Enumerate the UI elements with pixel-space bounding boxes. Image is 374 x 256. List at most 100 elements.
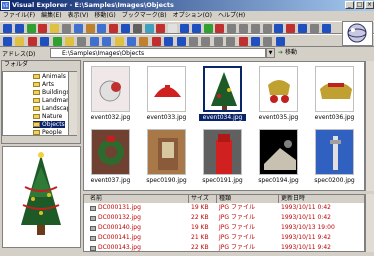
minimize-button[interactable]: _	[345, 1, 354, 9]
thumbnail-item[interactable]: spec0190.jpg	[143, 127, 190, 190]
toolbar-button-icon[interactable]	[144, 24, 154, 33]
toolbar-button-icon[interactable]	[97, 24, 107, 33]
go-button[interactable]: ➔ 移動	[278, 48, 297, 58]
toolbar-button-icon[interactable]	[156, 24, 166, 33]
toolbar-button-icon[interactable]	[251, 37, 260, 46]
address-value: E:\Samples\Images\Objects	[62, 50, 145, 57]
folder-item[interactable]: People	[33, 129, 62, 136]
toolbar-button-icon[interactable]	[176, 37, 186, 46]
folder-icon	[33, 90, 40, 95]
toolbar-button-icon[interactable]	[77, 37, 87, 46]
toolbar-button-icon[interactable]	[239, 24, 248, 33]
toolbar-button-icon[interactable]	[191, 24, 201, 33]
toolbar-button-icon[interactable]	[38, 24, 48, 33]
toolbar-button-icon[interactable]	[85, 24, 95, 33]
thumbnail-scrollbar[interactable]	[365, 61, 374, 191]
table-row[interactable]: DC000143.jpg 22 KB JPG ファイル 1993/10/11 9:42	[84, 244, 364, 251]
toolbar-button-icon[interactable]	[139, 37, 149, 46]
address-input[interactable]: E:\Samples\Images\Objects	[50, 48, 266, 58]
go-label: 移動	[284, 49, 297, 56]
toolbar-button-icon[interactable]	[262, 24, 272, 33]
toolbar-button-icon[interactable]	[127, 37, 136, 46]
address-dropdown-button[interactable]: ▼	[266, 48, 275, 58]
toolbar-button-icon[interactable]	[73, 24, 83, 33]
table-row[interactable]: DC000131.jpg 19 KB JPG ファイル 1993/10/11 0:42	[84, 204, 364, 212]
toolbar-button-icon[interactable]	[15, 37, 25, 46]
column-header[interactable]: 名前	[88, 195, 189, 203]
menu-item[interactable]: ブックマーク(B)	[119, 12, 170, 19]
toolbar-button-icon[interactable]	[3, 24, 12, 33]
toolbar-button-icon[interactable]	[309, 24, 319, 33]
toolbar-button-icon[interactable]	[180, 24, 189, 33]
menu-item[interactable]: ヘルプ(H)	[215, 12, 248, 19]
folder-item[interactable]: Animals	[33, 73, 66, 80]
toolbar-button-icon[interactable]	[89, 37, 99, 46]
table-row[interactable]: DC000140.jpg 19 KB JPG ファイル 1993/10/13 19:0…	[84, 224, 364, 232]
column-header[interactable]: サイズ	[189, 195, 217, 203]
toolbar-button-icon[interactable]	[27, 37, 37, 46]
menu-item[interactable]: 表示(V)	[65, 12, 92, 19]
toolbar-button-icon[interactable]	[263, 37, 273, 46]
thumbnail-item[interactable]: spec0191.jpg	[199, 127, 246, 190]
toolbar-button-icon[interactable]	[203, 24, 213, 33]
toolbar-button-icon[interactable]	[109, 24, 119, 33]
thumbnail-item[interactable]: event035.jpg	[255, 64, 302, 127]
column-header[interactable]: 更新日時	[279, 195, 364, 203]
toolbar-button-icon[interactable]	[151, 37, 161, 46]
menu-item[interactable]: 移動(G)	[91, 12, 118, 19]
toolbar-button-icon[interactable]	[114, 37, 124, 46]
thumbnail-image	[91, 66, 130, 112]
table-cell-date: 1993/10/11 9:42	[281, 244, 331, 251]
menu-item[interactable]: オプション(O)	[170, 12, 215, 19]
thumbnail-item[interactable]: event034.jpg	[199, 64, 246, 127]
toolbar-button-icon[interactable]	[14, 24, 24, 33]
toolbar-button-icon[interactable]	[321, 24, 331, 33]
toolbar-button-icon[interactable]	[201, 37, 211, 46]
menu-item[interactable]: ファイル(F)	[0, 12, 38, 19]
toolbar-button-icon[interactable]	[226, 37, 236, 46]
thumbnail-item[interactable]: event036.jpg	[311, 64, 358, 127]
toolbar-button-icon[interactable]	[298, 24, 307, 33]
thumbnail-item[interactable]: spec0200.jpg	[311, 127, 358, 190]
toolbar-button-icon[interactable]	[215, 24, 225, 33]
toolbar-button-icon[interactable]	[52, 37, 62, 46]
folder-label: People	[42, 129, 62, 136]
folder-tree-scrollbar[interactable]	[68, 72, 77, 135]
title-bar: Visual Explorer - E:\Samples\Images\Obje…	[0, 0, 374, 11]
toolbar-button-icon[interactable]	[275, 37, 285, 46]
thumbnail-item[interactable]: event033.jpg	[143, 64, 190, 127]
thumbnail-item[interactable]: spec0194.jpg	[255, 127, 302, 190]
folder-item[interactable]: Buildings	[33, 89, 69, 96]
toolbar-button-icon[interactable]	[286, 24, 296, 33]
file-list-scrollbar[interactable]	[365, 194, 374, 252]
toolbar-button-icon[interactable]	[168, 24, 178, 33]
toolbar-button-icon[interactable]	[50, 24, 60, 33]
toolbar-button-icon[interactable]	[40, 37, 50, 46]
table-row[interactable]: DC000132.jpg 22 KB JPG ファイル 1993/10/11 0:42	[84, 214, 364, 222]
folder-item[interactable]: Objects	[33, 121, 65, 128]
thumbnail-item[interactable]: event032.jpg	[87, 64, 134, 127]
toolbar-button-icon[interactable]	[189, 37, 198, 46]
toolbar-button-icon[interactable]	[213, 37, 223, 46]
toolbar-button-icon[interactable]	[62, 24, 71, 33]
folder-item[interactable]: Nature	[33, 113, 62, 120]
toolbar-button-icon[interactable]	[238, 37, 248, 46]
toolbar-button-icon[interactable]	[26, 24, 36, 33]
menu-item[interactable]: 編集(E)	[38, 12, 64, 19]
folder-icon	[33, 74, 40, 79]
toolbar-button-icon[interactable]	[102, 37, 112, 46]
toolbar-button-icon[interactable]	[121, 24, 130, 33]
folder-item[interactable]: Arts	[33, 81, 54, 88]
toolbar-button-icon[interactable]	[227, 24, 237, 33]
thumbnail-item[interactable]: event037.jpg	[87, 127, 134, 190]
toolbar-button-icon[interactable]	[164, 37, 174, 46]
table-row[interactable]: DC000141.jpg 21 KB JPG ファイル 1993/10/11 9:42	[84, 234, 364, 242]
column-header[interactable]: 種類	[217, 195, 279, 203]
toolbar-button-icon[interactable]	[3, 37, 12, 46]
toolbar-button-icon[interactable]	[132, 24, 142, 33]
toolbar-button-icon[interactable]	[65, 37, 74, 46]
toolbar-button-icon[interactable]	[250, 24, 260, 33]
toolbar-button-icon[interactable]	[274, 24, 284, 33]
maximize-button[interactable]: □	[355, 1, 364, 9]
close-button[interactable]: ×	[365, 1, 374, 9]
